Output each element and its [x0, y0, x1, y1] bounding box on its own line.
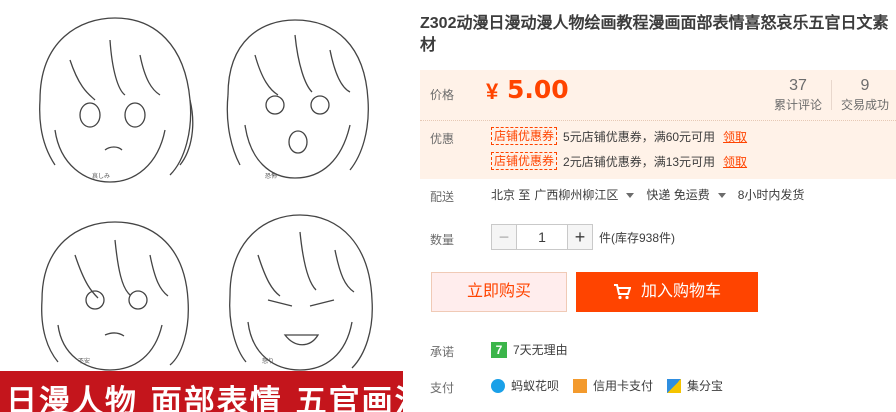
stat-reviews-count: 37	[789, 77, 807, 94]
product-image[interactable]: 哀しみ 恐怖 不安 怒り 日漫人物 面部表情 五官画法	[0, 0, 403, 412]
coupon-row: 店铺优惠券 5元店铺优惠券，满60元可用 领取	[491, 127, 747, 145]
chevron-down-icon	[626, 193, 635, 199]
image-banner: 日漫人物 面部表情 五官画法	[0, 371, 403, 412]
coupon-claim-link[interactable]: 领取	[723, 153, 747, 170]
stat-sales: 9 交易成功	[832, 76, 896, 114]
seven-day-icon: 7	[491, 341, 507, 358]
add-to-cart-button[interactable]: 加入购物车	[576, 272, 758, 312]
caption-4: 怒り	[262, 357, 274, 365]
payment-credit-card-label: 信用卡支付	[593, 379, 654, 393]
quantity-stepper: − 1 + 件(库存938件)	[491, 224, 675, 250]
promise-label: 承诺	[430, 345, 455, 359]
shipping-row: 北京 至 广西柳州柳江区 快递 免运费 8小时内发货	[491, 186, 808, 203]
price-value: 5.00	[507, 75, 569, 104]
payment-jifenbao-label: 集分宝	[687, 379, 724, 393]
coupon-tag: 店铺优惠券	[491, 152, 558, 170]
ship-to: 广西柳州柳江区	[534, 188, 619, 202]
caption-1: 哀しみ	[92, 172, 110, 180]
promo-label: 优惠	[430, 132, 455, 146]
stat-sales-label: 交易成功	[840, 98, 889, 112]
price-box: 价格 ¥ 5.00 37 累计评论 9 交易成功	[420, 70, 896, 120]
image-banner-text: 日漫人物 面部表情 五官画法	[6, 384, 403, 412]
promise-row[interactable]: 7 7天无理由	[491, 341, 568, 358]
coupon-claim-link[interactable]: 领取	[723, 128, 747, 145]
caption-2: 恐怖	[265, 172, 277, 180]
caption-3: 不安	[78, 357, 90, 365]
stat-sales-count: 9	[860, 77, 870, 94]
payment-credit-card[interactable]: 信用卡支付	[573, 377, 653, 394]
coupon-tag: 店铺优惠券	[491, 127, 558, 145]
ship-method-select[interactable]: 快递 免运费	[646, 186, 733, 203]
add-to-cart-label: 加入购物车	[640, 283, 721, 300]
ship-to-select[interactable]: 广西柳州柳江区	[534, 186, 642, 203]
cart-icon	[613, 284, 631, 300]
credit-card-icon	[573, 378, 588, 393]
product-title: Z302动漫日漫动漫人物绘画教程漫画面部表情喜怒哀乐五官日文素材	[420, 15, 889, 54]
ship-from: 北京 至	[491, 188, 531, 202]
promise-text: 7天无理由	[513, 343, 568, 357]
huabei-icon	[491, 378, 505, 393]
coupon-text: 2元店铺优惠券，满13元可用	[563, 154, 716, 169]
quantity-input[interactable]: 1	[517, 224, 567, 250]
currency-symbol: ¥	[486, 79, 499, 104]
manga-faces-illustration: 哀しみ 恐怖 不安 怒り	[39, 17, 373, 371]
chevron-down-icon	[717, 193, 726, 199]
payment-label: 支付	[430, 381, 455, 395]
ship-time: 8小时内发货	[737, 188, 805, 202]
payment-huabei-label: 蚂蚁花呗	[511, 379, 560, 393]
stat-reviews[interactable]: 37 累计评论	[765, 76, 831, 114]
coupon-text: 5元店铺优惠券，满60元可用	[563, 129, 716, 144]
payment-jifenbao[interactable]: 集分宝	[667, 377, 723, 394]
stat-reviews-label: 累计评论	[773, 98, 822, 112]
quantity-label: 数量	[430, 233, 455, 247]
stock-text: 件(库存938件)	[599, 230, 676, 245]
product-detail: Z302动漫日漫动漫人物绘画教程漫画面部表情喜怒哀乐五官日文素材 价格 ¥ 5.…	[420, 0, 896, 412]
buy-now-button[interactable]: 立即购买	[431, 272, 567, 312]
promo-box: 优惠 店铺优惠券 5元店铺优惠券，满60元可用 领取 店铺优惠券 2元店铺优惠券…	[420, 120, 896, 179]
payment-row: 蚂蚁花呗 信用卡支付 集分宝	[491, 377, 737, 394]
jifenbao-icon	[667, 378, 682, 393]
price-label: 价格	[430, 88, 455, 102]
shipping-label: 配送	[430, 190, 455, 204]
quantity-decrease-button[interactable]: −	[491, 224, 517, 250]
coupon-row: 店铺优惠券 2元店铺优惠券，满13元可用 领取	[491, 152, 747, 170]
quantity-increase-button[interactable]: +	[567, 224, 593, 250]
payment-huabei[interactable]: 蚂蚁花呗	[491, 377, 559, 394]
ship-method: 快递 免运费	[646, 188, 710, 202]
